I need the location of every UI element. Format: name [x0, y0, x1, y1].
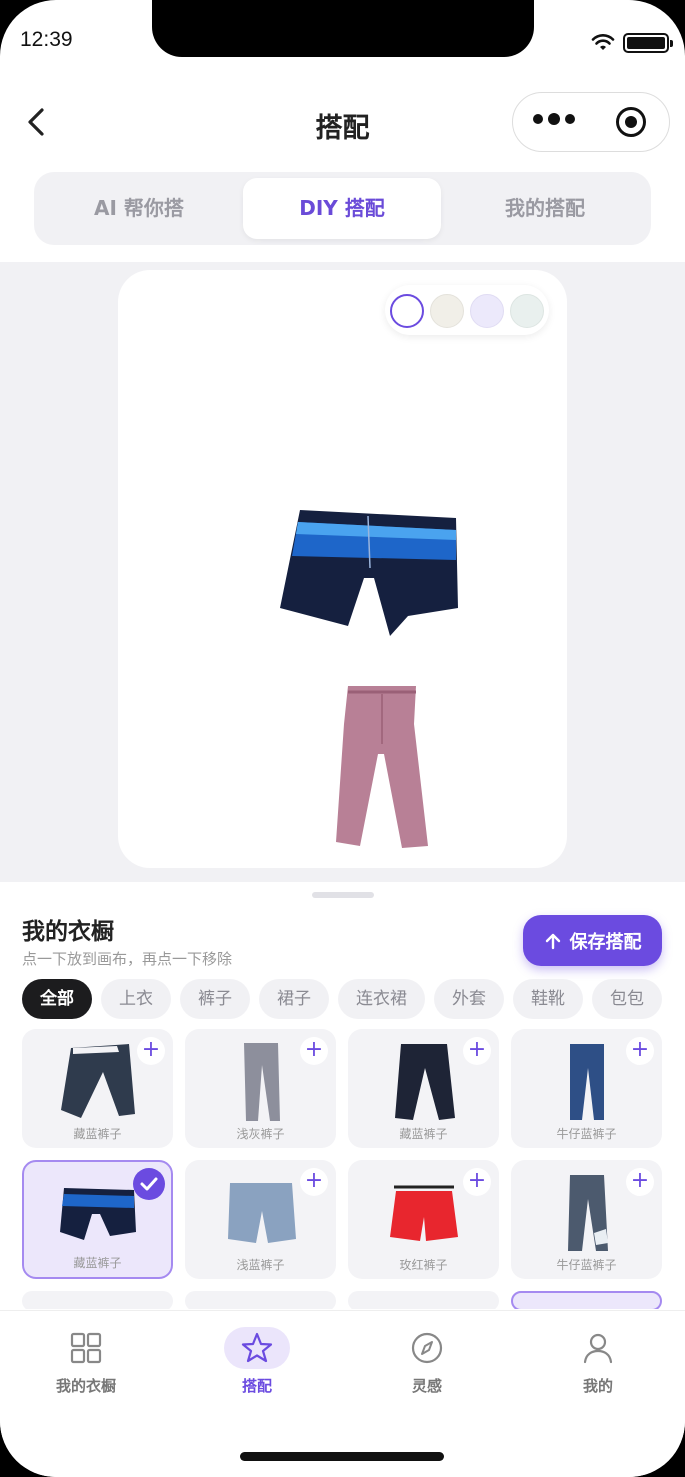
wardrobe-item[interactable]	[511, 1291, 662, 1309]
checkmark-icon	[133, 1168, 165, 1200]
wifi-icon	[591, 34, 615, 50]
add-icon[interactable]: +	[626, 1037, 654, 1065]
add-icon[interactable]: +	[463, 1037, 491, 1065]
person-icon	[583, 1333, 613, 1364]
close-target-icon[interactable]	[614, 105, 648, 139]
tab-inspiration[interactable]: 灵感	[377, 1327, 477, 1396]
item-label: 玫红裤子	[399, 1258, 448, 1272]
tab-outfit[interactable]: 搭配	[207, 1327, 307, 1396]
item-label: 牛仔蓝裤子	[556, 1258, 617, 1272]
mode-segmented-control: AI 帮你搭 DIY 搭配 我的搭配	[34, 172, 651, 245]
filter-outerwear[interactable]: 外套	[434, 979, 504, 1019]
wardrobe-grid: + 藏蓝裤子 + 浅灰裤子 + 藏蓝裤子 + 牛仔蓝裤子 藏蓝裤子 + 浅蓝裤子…	[22, 1029, 663, 1309]
notch	[152, 0, 534, 57]
status-time: 12:39	[20, 28, 73, 51]
item-label: 藏蓝裤子	[399, 1127, 448, 1141]
item-label: 浅灰裤子	[236, 1127, 285, 1141]
save-outfit-button[interactable]: 保存搭配	[523, 915, 662, 966]
canvas-item-pink-pants[interactable]	[334, 684, 430, 850]
save-outfit-label: 保存搭配	[569, 931, 642, 953]
wardrobe-item[interactable]: + 藏蓝裤子	[22, 1029, 173, 1148]
wardrobe-item[interactable]	[22, 1291, 173, 1309]
filter-tops[interactable]: 上衣	[101, 979, 171, 1019]
swatch-cream[interactable]	[430, 294, 464, 328]
wardrobe-hint: 点一下放到画布，再点一下移除	[22, 950, 233, 968]
wardrobe-item[interactable]: + 浅灰裤子	[185, 1029, 336, 1148]
wardrobe-item[interactable]: + 玫红裤子	[348, 1160, 499, 1279]
swatch-mint[interactable]	[510, 294, 544, 328]
system-icons	[591, 33, 673, 53]
filter-all[interactable]: 全部	[22, 979, 92, 1019]
wardrobe-item[interactable]	[185, 1291, 336, 1309]
sheet-drag-handle[interactable]	[312, 892, 374, 898]
filter-bags[interactable]: 包包	[592, 979, 662, 1019]
add-icon[interactable]: +	[300, 1037, 328, 1065]
phone-screen: 12:39 搭配 AI 帮你搭 DIY 搭配 我的搭配 我的衣橱 点一下放到画布…	[0, 0, 685, 1477]
item-label: 牛仔蓝裤子	[556, 1127, 617, 1141]
add-icon[interactable]: +	[300, 1168, 328, 1196]
add-icon[interactable]: +	[463, 1168, 491, 1196]
swatch-lavender[interactable]	[470, 294, 504, 328]
compass-icon	[411, 1332, 443, 1364]
tab-my-outfits[interactable]: 我的搭配	[446, 178, 644, 239]
tab-ai-outfit[interactable]: AI 帮你搭	[40, 178, 238, 239]
filter-pants[interactable]: 裤子	[180, 979, 250, 1019]
tab-wardrobe[interactable]: 我的衣橱	[36, 1327, 136, 1396]
nav-bar: 搭配	[0, 90, 685, 154]
wardrobe-sheet: 我的衣橱 点一下放到画布，再点一下移除 保存搭配 全部 上衣 裤子 裙子 连衣裙 外套 鞋靴…	[0, 882, 685, 1312]
star-icon	[241, 1332, 273, 1363]
tab-diy-outfit[interactable]: DIY 搭配	[243, 178, 441, 239]
category-filter: 全部 上衣 裤子 裙子 连衣裙 外套 鞋靴 包包	[22, 979, 663, 1019]
swatch-white[interactable]	[390, 294, 424, 328]
filter-shoes[interactable]: 鞋靴	[513, 979, 583, 1019]
wardrobe-item[interactable]: + 牛仔蓝裤子	[511, 1160, 662, 1279]
filter-skirts[interactable]: 裙子	[259, 979, 329, 1019]
arrow-up-icon	[545, 933, 560, 949]
background-color-picker	[385, 285, 549, 335]
miniprogram-capsule	[512, 92, 670, 152]
tab-label: 灵感	[411, 1377, 442, 1395]
canvas-item-navy-shorts[interactable]	[278, 508, 460, 640]
item-label: 藏蓝裤子	[73, 1127, 122, 1141]
more-icon[interactable]	[533, 113, 575, 125]
tab-label: 我的衣橱	[55, 1377, 116, 1395]
wardrobe-item[interactable]: + 藏蓝裤子	[348, 1029, 499, 1148]
wardrobe-item-selected[interactable]: 藏蓝裤子	[22, 1160, 173, 1279]
item-label: 藏蓝裤子	[73, 1256, 122, 1270]
add-icon[interactable]: +	[626, 1168, 654, 1196]
status-bar: 12:39	[0, 0, 685, 80]
wardrobe-item[interactable]	[348, 1291, 499, 1309]
tab-label: 搭配	[241, 1377, 272, 1395]
filter-dresses[interactable]: 连衣裙	[338, 979, 425, 1019]
grid-icon	[70, 1332, 102, 1364]
tab-profile[interactable]: 我的	[548, 1327, 648, 1396]
home-indicator[interactable]	[240, 1452, 444, 1461]
wardrobe-item[interactable]: + 浅蓝裤子	[185, 1160, 336, 1279]
wardrobe-title: 我的衣橱	[22, 919, 114, 945]
item-label: 浅蓝裤子	[236, 1258, 285, 1272]
wardrobe-item[interactable]: + 牛仔蓝裤子	[511, 1029, 662, 1148]
add-icon[interactable]: +	[137, 1037, 165, 1065]
tab-label: 我的	[582, 1377, 613, 1395]
battery-icon	[623, 33, 673, 53]
